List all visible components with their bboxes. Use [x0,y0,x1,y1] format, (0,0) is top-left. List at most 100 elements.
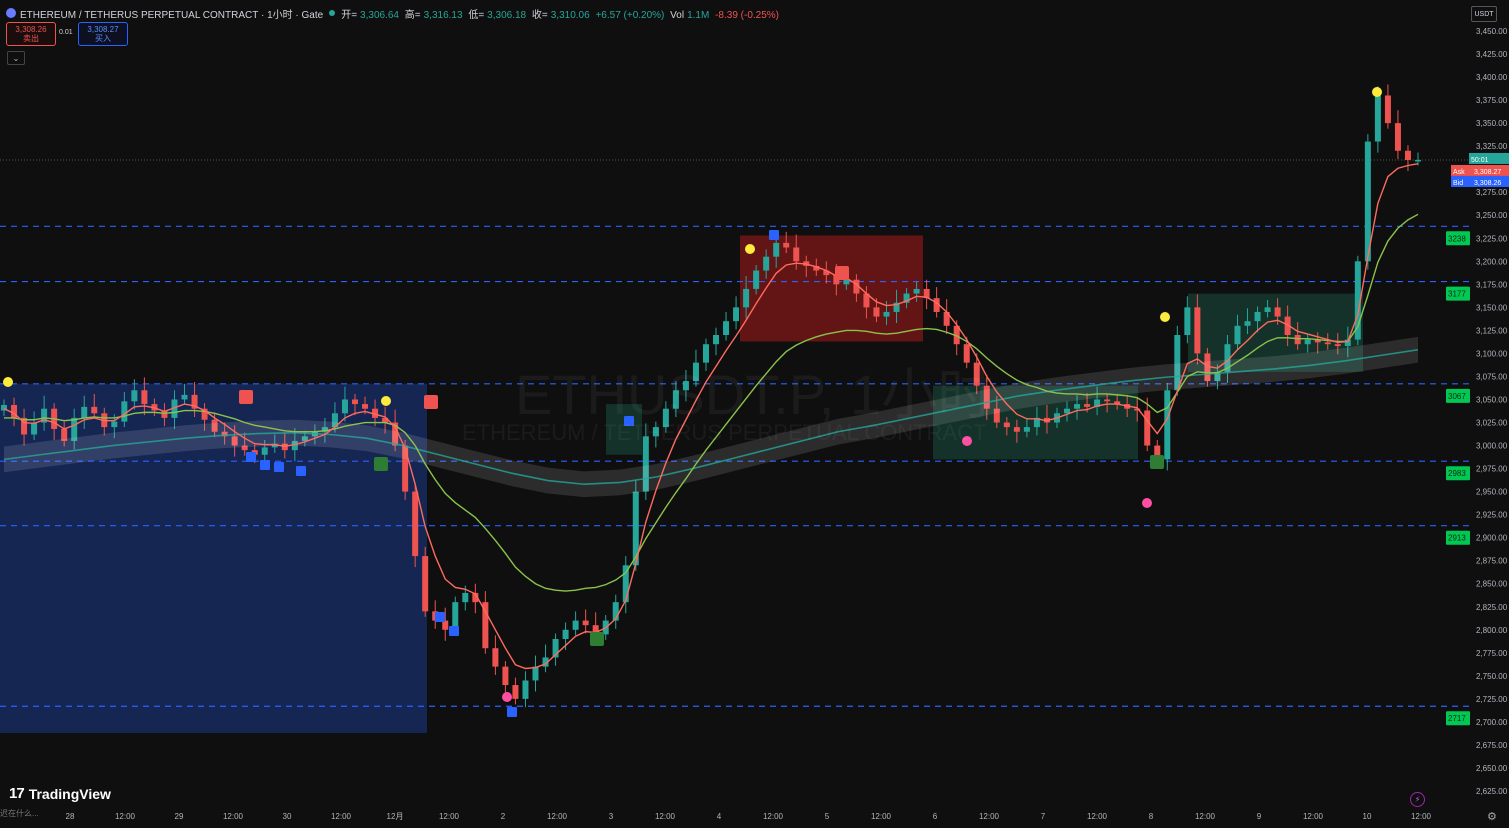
signal-dot [3,377,13,387]
candle-body [1064,408,1071,414]
y-tick-label: 2,925.00 [1476,511,1508,520]
candle-body [1084,404,1091,407]
candle-body [1164,390,1171,460]
candle-body [181,394,188,400]
signal-flag [424,395,438,409]
candle-body [793,247,800,262]
x-tick-label: 8 [1149,812,1154,821]
candle-body [1415,159,1421,162]
signal-marker [246,452,256,462]
candle-body [512,685,519,699]
buy-button[interactable]: 3,308.27 买入 [78,22,128,46]
level-tag-text: 3238 [1448,234,1466,243]
candle-body [261,447,268,455]
x-tick-label: 12:00 [1087,812,1108,821]
zone-supply [740,235,923,342]
candle-body [1194,307,1201,354]
x-tick-label: 4 [717,812,722,821]
signal-flag [590,632,604,646]
ethereum-icon [6,8,16,18]
symbol-title[interactable]: ETHEREUM / TETHERUS PERPETUAL CONTRACT ·… [20,6,323,21]
x-tick-label: 12月 [387,812,404,821]
x-tick-label: 6 [933,812,938,821]
level-tag-text: 3067 [1448,392,1466,401]
y-tick-label: 3,425.00 [1476,50,1508,59]
candle-body [362,404,369,409]
candle-body [692,362,699,382]
bolt-icon[interactable]: ⚡ [1410,792,1425,807]
tradingview-logo[interactable]: 17 TradingView [9,785,111,802]
candle-body [111,421,118,428]
candle-body [1013,427,1020,432]
price-chart[interactable]: 3,450.00 3,425.00 3,400.00 3,375.00 3,350.00… [0,0,1509,828]
y-tick-label: 2,850.00 [1476,580,1508,589]
y-tick-label: 2,825.00 [1476,603,1508,612]
candle-body [492,648,499,667]
y-tick-label: 3,125.00 [1476,326,1508,335]
candle-body [743,288,750,308]
signal-dot [745,244,755,254]
y-tick-label: 3,050.00 [1476,395,1508,404]
candle-body [682,381,689,391]
level-tag-text: 3177 [1448,290,1466,299]
y-tick-label: 3,225.00 [1476,234,1508,243]
x-tick-label: 29 [175,812,184,821]
y-tick-label: 2,800.00 [1476,626,1508,635]
y-tick-label: 3,000.00 [1476,442,1508,451]
signal-flag [1150,455,1164,469]
candle-body [1184,307,1191,335]
x-tick-label: 12:00 [1195,812,1216,821]
candle-body [1264,307,1271,312]
x-tick-label: 12:00 [979,812,1000,821]
candle-body [582,620,589,626]
candle-body [883,311,890,317]
y-tick-label: 2,775.00 [1476,649,1508,658]
x-tick-label: 12:00 [1303,812,1324,821]
candle-body [773,242,780,257]
candle-body [1374,95,1381,142]
x-tick-label: 9 [1257,812,1262,821]
y-tick-label: 3,025.00 [1476,419,1508,428]
candle-body [1404,150,1411,160]
y-tick-label: 3,400.00 [1476,73,1508,82]
y-tick-label: 2,975.00 [1476,465,1508,474]
candle-body [753,270,760,289]
market-open-icon [329,10,336,16]
candle-body [763,256,770,271]
y-tick-label: 3,075.00 [1476,372,1508,381]
y-tick-label: 3,325.00 [1476,142,1508,151]
signal-dot [502,692,512,702]
candle-body [1074,404,1081,409]
chevron-down-icon[interactable]: ⌄ [7,51,25,65]
y-tick-label: 3,375.00 [1476,96,1508,105]
signal-dot [1372,87,1382,97]
candle-body [1023,427,1030,432]
ohlc-values: 开= 3,306.64 高= 3,316.13 低= 3,306.18 收= 3,310… [341,9,780,21]
candle-body [1304,339,1311,345]
signal-dot [381,396,391,406]
candle-body [121,401,128,422]
x-tick-label: 10 [1363,812,1372,821]
y-tick-label: 3,450.00 [1476,27,1508,36]
candle-body [783,242,790,248]
candle-body [532,666,539,681]
y-tick-label: 2,625.00 [1476,787,1508,796]
candle-body [522,680,529,699]
sell-button[interactable]: 3,308.26 卖出 [6,22,56,46]
x-tick-label: 5 [825,812,830,821]
signal-marker [507,707,517,717]
y-tick-label: 2,900.00 [1476,534,1508,543]
y-tick-label: 3,275.00 [1476,188,1508,197]
candle-body [1274,307,1281,317]
y-tick-label: 3,350.00 [1476,119,1508,128]
candle-body [412,491,419,557]
y-tick-label: 3,175.00 [1476,280,1508,289]
candle-body [502,666,509,686]
candle-body [1294,335,1301,345]
candle-body [91,406,98,414]
spread-value: 0.01 [59,29,73,36]
gear-icon[interactable]: ⚙ [1487,810,1497,823]
candle-body [1384,95,1391,124]
currency-button[interactable]: USDT [1471,6,1497,22]
candle-body [572,620,579,630]
